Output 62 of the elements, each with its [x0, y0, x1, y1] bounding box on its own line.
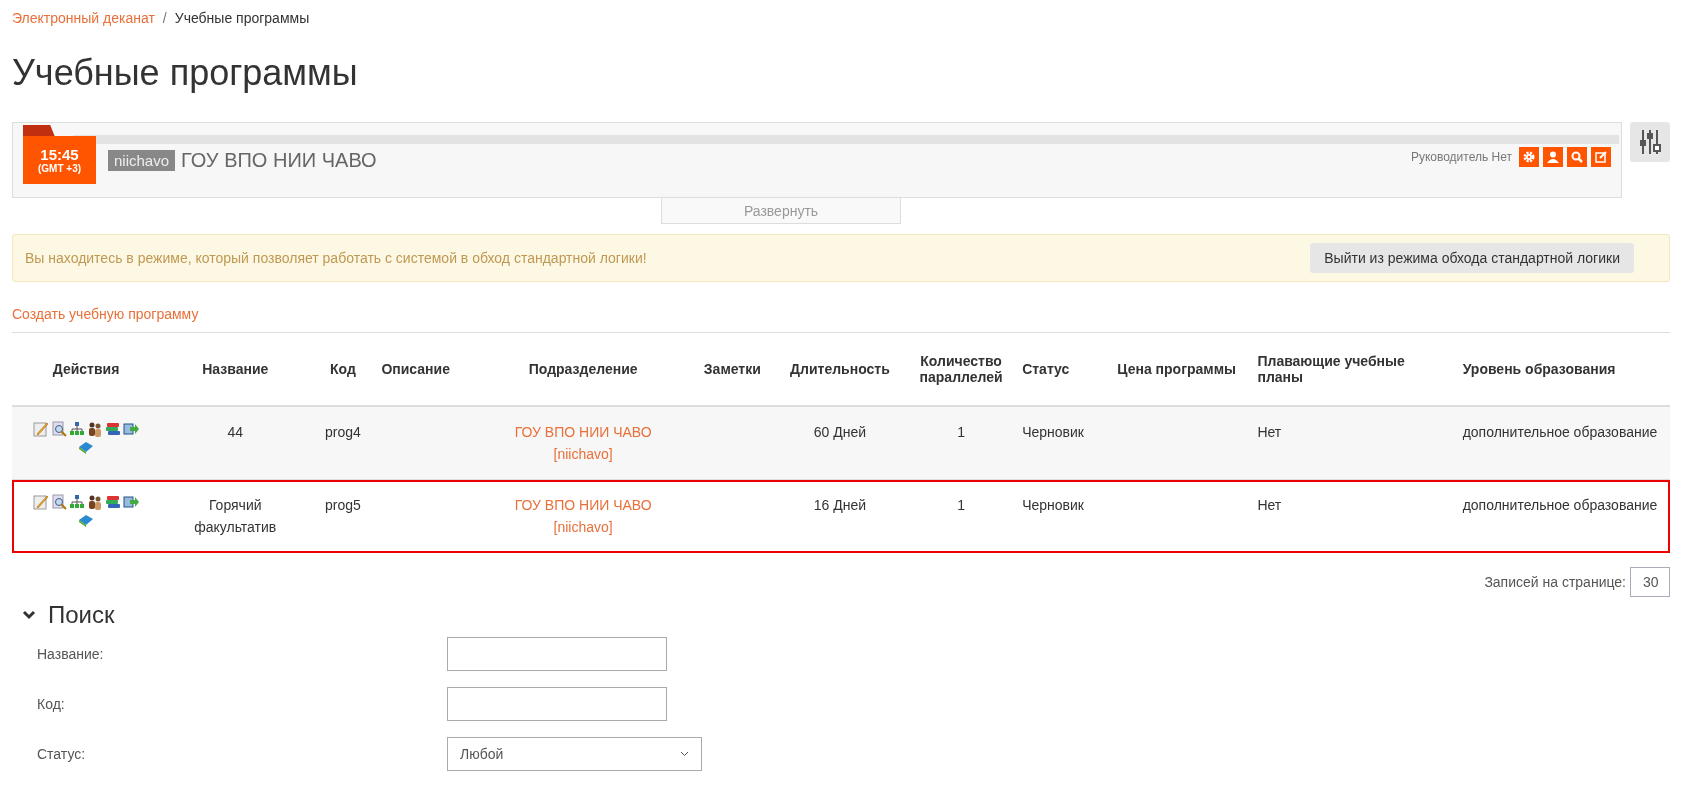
field-label: Статус:	[37, 746, 87, 762]
view-icon[interactable]	[51, 494, 68, 510]
sliders-icon	[1638, 128, 1662, 156]
hierarchy-icon[interactable]	[69, 494, 86, 510]
edit-icon[interactable]	[33, 494, 50, 510]
user-button[interactable]	[1543, 147, 1563, 167]
per-page-select[interactable]: 30	[1630, 567, 1670, 597]
department-code-link[interactable]: [niichavo]	[553, 446, 613, 462]
table-cell: дополнительное образование	[1462, 424, 1658, 440]
alert-message: Вы находитесь в режиме, который позволяет работать с системой в обход стандартной логики!	[25, 250, 647, 266]
org-code-tag: niichavo	[108, 150, 176, 171]
table-row[interactable]: 44 prog4 ГОУ ВПО НИИ ЧАВО [niichavo] 60 Дней 1 Черновик Нет дополнительное образование	[12, 406, 1670, 480]
settings-button[interactable]	[1519, 147, 1539, 167]
book-icon[interactable]	[78, 512, 95, 528]
exit-mode-button[interactable]: Выйти из режима обхода стандартной логики	[1310, 243, 1634, 273]
hierarchy-icon[interactable]	[69, 421, 86, 437]
transfer-icon[interactable]	[123, 421, 140, 437]
settings-sliders-button[interactable]	[1630, 122, 1670, 162]
search-title[interactable]: Поиск	[48, 601, 115, 629]
input-field[interactable]	[447, 687, 667, 721]
view-icon[interactable]	[51, 421, 68, 437]
table-cell: prog4	[324, 424, 361, 440]
table-cell: Нет	[1257, 497, 1282, 513]
table-cell: Нет	[1257, 424, 1282, 440]
breadcrumb-current: Учебные программы	[174, 10, 310, 26]
breadcrumb-separator: /	[162, 10, 167, 26]
chevron-down-icon	[680, 751, 689, 757]
table-cell: 1	[957, 497, 965, 513]
field-label: Код:	[37, 696, 66, 712]
department-link[interactable]: ГОУ ВПО НИИ ЧАВО	[514, 497, 652, 513]
page-title: Учебные программы	[12, 52, 359, 94]
clock: 15:45 (GMT +3)	[23, 136, 96, 184]
table-cell: дополнительное образование	[1462, 497, 1658, 513]
table-cell: 16 Дней	[813, 497, 867, 513]
table-cell: Горячий факультатив	[194, 497, 277, 535]
books-icon[interactable]	[105, 494, 122, 510]
books-icon[interactable]	[105, 421, 122, 437]
department-code-link[interactable]: [niichavo]	[553, 519, 613, 535]
edit-button[interactable]	[1591, 147, 1611, 167]
table-cell: prog5	[324, 497, 361, 513]
per-page-label: Записей на странице:	[1484, 574, 1626, 590]
transfer-icon[interactable]	[123, 494, 140, 510]
table-cell: 60 Дней	[813, 424, 867, 440]
people-icon[interactable]	[87, 494, 104, 510]
org-name: ГОУ ВПО НИИ ЧАВО	[181, 149, 377, 172]
expand-button[interactable]: Развернуть	[661, 198, 901, 224]
status-select[interactable]: Любой	[447, 737, 702, 771]
input-field[interactable]	[447, 637, 667, 671]
table-cell: Черновик	[1022, 424, 1084, 440]
chevron-icon[interactable]	[22, 610, 36, 620]
table-cell: Черновик	[1022, 497, 1084, 513]
edit-icon[interactable]	[33, 421, 50, 437]
table-cell: 44	[227, 424, 244, 440]
create-program-link[interactable]: Создать учебную программу	[12, 306, 199, 322]
manager-label: Руководитель Нет	[1410, 150, 1512, 164]
people-icon[interactable]	[87, 421, 104, 437]
department-link[interactable]: ГОУ ВПО НИИ ЧАВО	[514, 424, 652, 440]
field-label: Название:	[37, 646, 105, 662]
breadcrumb-link[interactable]: Электронный деканат	[12, 10, 155, 26]
search-button[interactable]	[1567, 147, 1587, 167]
table-row[interactable]: Горячий факультатив prog5 ГОУ ВПО НИИ ЧАВО [niichavo] 16 Дней 1 Черновик Нет дополнительное образование	[12, 479, 1670, 553]
table-cell: 1	[957, 424, 965, 440]
